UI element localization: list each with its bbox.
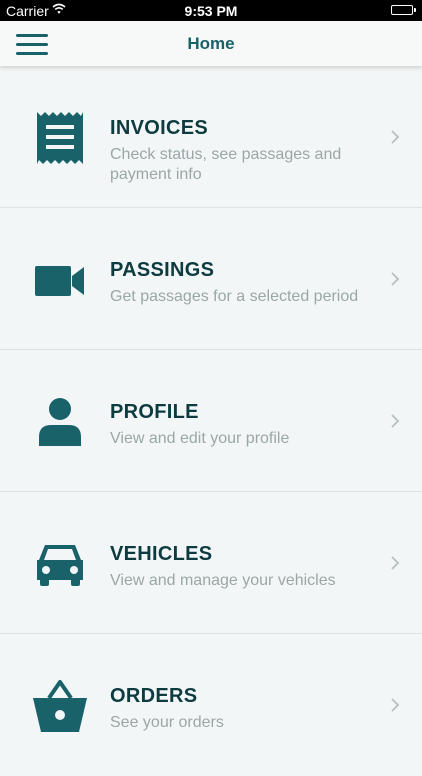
menu-item-vehicles[interactable]: VEHICLES View and manage your vehicles	[0, 492, 422, 634]
menu-item-description: Check status, see passages and payment i…	[110, 146, 342, 183]
menu-item-profile[interactable]: PROFILE View and edit your profile	[0, 350, 422, 492]
chevron-right-icon	[391, 272, 400, 286]
receipt-icon	[32, 110, 88, 166]
basket-icon	[32, 678, 88, 734]
chevron-right-icon	[391, 130, 400, 144]
video-camera-icon	[32, 252, 88, 308]
menu-item-description: View and manage your vehicles	[110, 572, 336, 589]
battery-icon	[391, 5, 416, 15]
menu-item-title: PROFILE	[110, 401, 199, 423]
home-menu-list: INVOICES Check status, see passages and …	[0, 66, 422, 776]
menu-item-title: PASSINGS	[110, 259, 215, 281]
chevron-right-icon	[391, 698, 400, 712]
menu-item-title: VEHICLES	[110, 543, 213, 565]
person-icon	[32, 394, 88, 450]
menu-item-description: Get passages for a selected period	[110, 288, 359, 305]
status-time: 9:53 PM	[184, 3, 238, 19]
page-title: Home	[187, 34, 235, 53]
menu-item-passings[interactable]: PASSINGS Get passages for a selected per…	[0, 208, 422, 350]
car-icon	[32, 536, 88, 592]
menu-item-title: INVOICES	[110, 117, 208, 139]
navigation-bar: Home	[0, 21, 422, 66]
chevron-right-icon	[391, 414, 400, 428]
menu-item-orders[interactable]: ORDERS See your orders	[0, 634, 422, 776]
status-bar: Carrier 9:53 PM	[0, 0, 422, 21]
menu-item-title: ORDERS	[110, 685, 198, 707]
chevron-right-icon	[391, 556, 400, 570]
menu-item-invoices[interactable]: INVOICES Check status, see passages and …	[0, 66, 422, 208]
menu-item-description: View and edit your profile	[110, 430, 290, 447]
menu-item-description: See your orders	[110, 714, 224, 731]
